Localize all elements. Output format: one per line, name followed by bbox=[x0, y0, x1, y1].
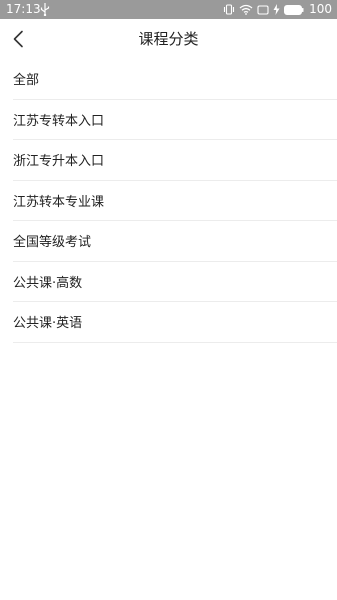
category-label: 全国等级考试 bbox=[13, 235, 92, 251]
category-label: 江苏转本专业课 bbox=[13, 194, 105, 210]
category-label: 公共课·高数 bbox=[13, 275, 83, 291]
wifi-icon bbox=[239, 4, 253, 15]
category-item-public-english[interactable]: 公共课·英语 bbox=[13, 302, 337, 343]
battery-icon bbox=[284, 4, 304, 15]
status-bar: 17:13 100 bbox=[0, 0, 337, 19]
category-item-jiangsu-zhuanzhuanben[interactable]: 江苏专转本入口 bbox=[13, 100, 337, 140]
status-time: 17:13 bbox=[6, 2, 41, 16]
charging-icon bbox=[273, 4, 280, 15]
app-header: 课程分类 bbox=[0, 19, 337, 59]
page-title: 课程分类 bbox=[138, 30, 199, 48]
chevron-left-icon bbox=[13, 30, 23, 48]
battery-percent: 100 bbox=[309, 2, 332, 16]
vibrate-icon bbox=[224, 4, 235, 15]
category-item-zhejiang-zhuanshengben[interactable]: 浙江专升本入口 bbox=[13, 140, 337, 181]
category-list: 全部 江苏专转本入口 浙江专升本入口 江苏转本专业课 全国等级考试 公共课·高数… bbox=[0, 59, 337, 343]
category-item-jiangsu-major-course[interactable]: 江苏转本专业课 bbox=[13, 181, 337, 221]
category-label: 江苏专转本入口 bbox=[13, 113, 105, 129]
usb-icon bbox=[40, 3, 50, 16]
back-button[interactable] bbox=[4, 25, 32, 53]
category-item-national-level-exam[interactable]: 全国等级考试 bbox=[13, 221, 337, 262]
screen-icon bbox=[257, 4, 269, 15]
category-item-all[interactable]: 全部 bbox=[13, 59, 337, 100]
category-label: 全部 bbox=[13, 73, 40, 89]
category-label: 公共课·英语 bbox=[13, 316, 83, 332]
category-label: 浙江专升本入口 bbox=[13, 154, 105, 170]
category-item-public-math[interactable]: 公共课·高数 bbox=[13, 262, 337, 302]
